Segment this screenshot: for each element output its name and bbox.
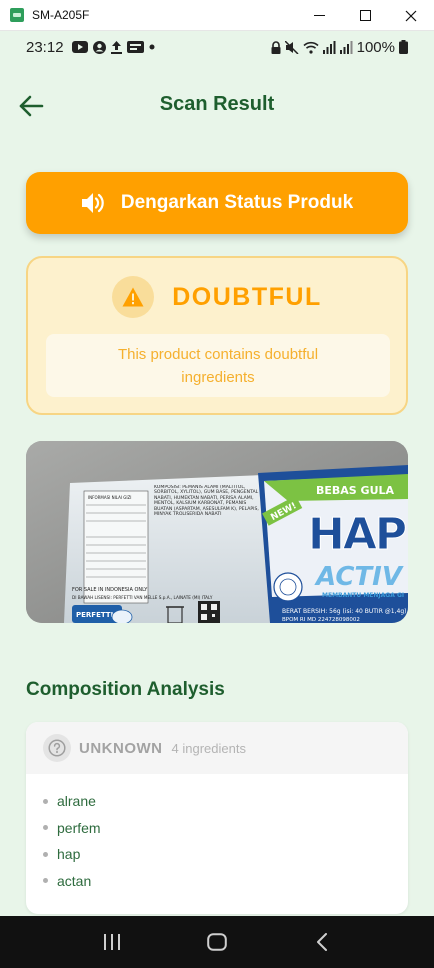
- help-icon: [48, 739, 66, 757]
- signal-icon: [322, 40, 336, 54]
- close-icon: [405, 10, 417, 21]
- warning-badge: [112, 276, 155, 318]
- ingredient-item: alrane: [43, 788, 408, 815]
- mute-icon: [284, 40, 299, 54]
- maximize-icon: [359, 10, 371, 21]
- bpom-print-text: BPOM RI MD 224728098002: [282, 617, 360, 623]
- ingredient-item: actan: [43, 868, 408, 895]
- brand-print-text: HAPP: [308, 509, 408, 560]
- volume-up-icon: [81, 193, 104, 213]
- unknown-badge: [43, 734, 71, 762]
- status-label: DOUBTFUL: [172, 282, 322, 311]
- upload-icon: [110, 40, 122, 54]
- halal-status-card: DOUBTFUL This product contains doubtful …: [26, 256, 408, 415]
- bullet-icon: [43, 851, 48, 857]
- maker-print-text: DI BAWAH LISENSI: PERFETTI VAN MELLE S.p…: [72, 595, 213, 600]
- youtube-icon: [71, 41, 88, 53]
- window-titlebar: SM-A205F: [0, 0, 434, 31]
- lock-icon: [271, 40, 281, 54]
- nutrition-label-heading: INFORMASI NILAI GIZI: [88, 495, 131, 500]
- more-notifications-dot-icon: [149, 44, 155, 50]
- composition-card-header[interactable]: UNKNOWN 4 ingredients: [26, 722, 408, 774]
- app-bar: Scan Result: [0, 63, 434, 147]
- tagline-print-text: MEMBANTU MENJAGA GI: [322, 592, 404, 599]
- recent-apps-button[interactable]: [92, 922, 132, 962]
- status-time: 23:12: [26, 38, 64, 56]
- warning-icon: [122, 287, 144, 307]
- close-window-button[interactable]: [388, 0, 434, 31]
- sale-print-text: FOR SALE IN INDONESIA ONLY: [72, 587, 148, 593]
- composition-section-title: Composition Analysis: [26, 679, 225, 700]
- recent-apps-icon: [104, 934, 121, 950]
- product-photo-image: INFORMASI NILAI GIZI KOMPOSISI: PEMANIS …: [26, 441, 408, 623]
- banner-print-text: BEBAS GULA: [316, 484, 395, 497]
- listen-status-button[interactable]: Dengarkan Status Produk: [26, 172, 408, 234]
- battery-percent: 100%: [356, 38, 395, 56]
- page-title: Scan Result: [159, 93, 275, 115]
- home-icon: [207, 933, 227, 951]
- media-icon: [126, 41, 144, 53]
- ingredient-name: perfem: [57, 819, 101, 836]
- composition-card: UNKNOWN 4 ingredients alrane perfem hap …: [26, 722, 408, 914]
- home-button[interactable]: [197, 922, 237, 962]
- perfetti-logo-text: PERFETTI: [76, 611, 113, 619]
- ingredient-item: hap: [43, 841, 408, 868]
- weight-print-text: BERAT BERSIH: 56g (isi: 40 BUTIR @1,4g): [282, 608, 406, 615]
- phone-status-bar: 23:12 100%: [0, 31, 434, 63]
- subbrand-print-text: ACTIV: [314, 562, 404, 592]
- back-nav-button[interactable]: [302, 922, 342, 962]
- minimize-button[interactable]: [296, 0, 342, 31]
- window-title: SM-A205F: [32, 8, 90, 22]
- signal-icon: [339, 40, 353, 54]
- account-circle-icon: [92, 40, 106, 54]
- bullet-icon: [43, 878, 48, 884]
- ingredient-list: alrane perfem hap actan: [26, 774, 408, 894]
- product-photo: INFORMASI NILAI GIZI KOMPOSISI: PEMANIS …: [26, 441, 408, 623]
- status-message: This product contains doubtful ingredien…: [46, 334, 390, 397]
- ingredient-name: actan: [57, 872, 92, 889]
- chevron-left-icon: [316, 933, 327, 951]
- maximize-button[interactable]: [342, 0, 388, 31]
- ingredient-name: alrane: [57, 793, 96, 810]
- app-screen: Scan Result Dengarkan Status Produk DOUB…: [0, 63, 434, 916]
- status-notification-icons: [71, 40, 155, 54]
- status-system-icons: 100%: [271, 39, 408, 56]
- wifi-icon: [303, 41, 319, 54]
- window-controls: [296, 0, 434, 31]
- bullet-icon: [43, 825, 48, 831]
- bullet-icon: [43, 798, 48, 804]
- ingredient-name: hap: [57, 846, 81, 863]
- status-header: DOUBTFUL: [28, 276, 406, 318]
- listen-button-label: Dengarkan Status Produk: [120, 192, 354, 213]
- composition-print-text: KOMPOSISI: PEMANIS ALAMI (MALTITOL, SORB…: [154, 485, 259, 518]
- minimize-icon: [313, 15, 325, 16]
- app-window-icon: [10, 8, 24, 22]
- battery-icon: [399, 40, 408, 54]
- system-navigation-bar: [0, 916, 434, 968]
- ingredient-count: 4 ingredients: [171, 740, 246, 756]
- composition-status-label: UNKNOWN: [79, 739, 163, 757]
- ingredient-item: perfem: [43, 815, 408, 842]
